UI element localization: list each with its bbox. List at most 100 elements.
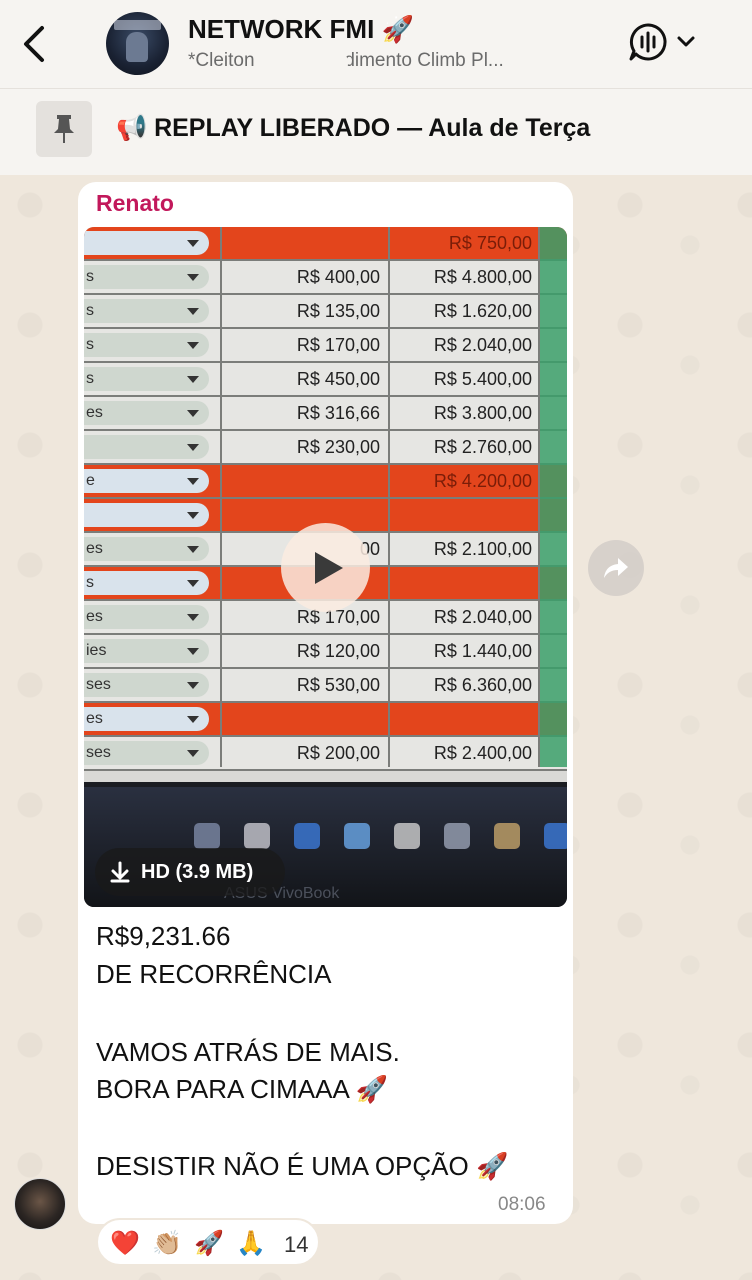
sheet-cell-total-value: R$ 6.360,00 <box>433 675 532 695</box>
sheet-row: s R$ 135,00 R$ 1.620,00 <box>84 295 567 329</box>
sheet-cell-label: s <box>86 574 94 591</box>
sheet-cell-unit-value: R$ 200,00 <box>296 743 380 763</box>
dropdown-arrow-icon <box>187 444 199 451</box>
play-icon[interactable] <box>281 523 370 612</box>
pin-icon <box>36 101 92 157</box>
group-avatar[interactable] <box>106 12 169 75</box>
download-size-label: HD (3.9 MB) <box>141 861 254 883</box>
message-text-line: DE RECORRÊNCIA <box>96 959 332 989</box>
sheet-cell-label: s <box>86 302 94 319</box>
sheet-cell-unit-value: R$ 120,00 <box>296 641 380 661</box>
sheet-cell-label: es <box>86 404 103 421</box>
message-text-line: R$9,231.66 <box>96 921 231 951</box>
download-button[interactable]: HD (3.9 MB) <box>95 848 285 896</box>
chevron-down-icon[interactable] <box>676 32 696 52</box>
dropdown-arrow-icon <box>187 342 199 349</box>
sheet-cell-total-value: R$ 2.100,00 <box>433 539 532 559</box>
sheet-divider <box>220 227 222 767</box>
dropdown-arrow-icon <box>187 648 199 655</box>
taskbar-app-icon <box>544 823 567 849</box>
sheet-cell-label: ies <box>86 642 107 659</box>
taskbar-app-icon <box>394 823 420 849</box>
sheet-cell-total-value: R$ 750,00 <box>448 233 532 253</box>
taskbar-app-icon <box>494 823 520 849</box>
sheet-cell-label: es <box>86 710 103 727</box>
chat-members[interactable]: *Cleiton ... ia, Atendimento Climb Pl... <box>188 50 608 72</box>
dropdown-arrow-icon <box>187 750 199 757</box>
reaction-count: 14 <box>284 1232 309 1257</box>
pinned-message-text[interactable]: 📢 REPLAY LIBERADO — Aula de Terça <box>116 114 590 143</box>
sheet-dropdown-cell: s <box>84 299 209 323</box>
avatar-logo <box>114 20 161 30</box>
dropdown-arrow-icon <box>187 580 199 587</box>
sheet-row: es <box>84 703 567 737</box>
message-text-line: BORA PARA CIMAAA 🚀 <box>96 1074 388 1104</box>
dropdown-arrow-icon <box>187 376 199 383</box>
sheet-cell-label: es <box>86 540 103 557</box>
sheet-cell-unit-value: R$ 230,00 <box>296 437 380 457</box>
sheet-dropdown-cell: s <box>84 367 209 391</box>
sheet-cell-label: e <box>86 472 95 489</box>
reaction-emoji: 🚀 <box>194 1230 224 1257</box>
dropdown-arrow-icon <box>187 308 199 315</box>
sheet-row: R$ 230,00 R$ 2.760,00 <box>84 431 567 465</box>
sheet-cell-total-value: R$ 2.040,00 <box>433 335 532 355</box>
back-chevron-icon[interactable] <box>18 24 50 64</box>
sheet-cell-label: s <box>86 336 94 353</box>
sheet-cell-total-value: R$ 5.400,00 <box>433 369 532 389</box>
sheet-row: s R$ 400,00 R$ 4.800,00 <box>84 261 567 295</box>
call-waveform-icon[interactable] <box>628 22 668 62</box>
sheet-cell-unit-value: R$ 170,00 <box>296 335 380 355</box>
reaction-emoji: 🙏 <box>236 1230 266 1257</box>
sheet-dropdown-cell: es <box>84 537 209 561</box>
sheet-cell-unit-value: R$ 530,00 <box>296 675 380 695</box>
reactions-bar[interactable]: ❤️ 👏🏼 🚀 🙏 14 <box>96 1218 320 1266</box>
sheet-row: ses R$ 200,00 R$ 2.400,00 <box>84 737 567 771</box>
sheet-dropdown-cell: e <box>84 469 209 493</box>
sheet-dropdown-cell: s <box>84 265 209 289</box>
sheet-row: ies R$ 120,00 R$ 1.440,00 <box>84 635 567 669</box>
sheet-dropdown-cell <box>84 435 209 459</box>
chat-title[interactable]: NETWORK FMI 🚀 <box>188 14 414 45</box>
sheet-cell-total-value: R$ 1.440,00 <box>433 641 532 661</box>
dropdown-arrow-icon <box>187 716 199 723</box>
sheet-dropdown-cell: s <box>84 571 209 595</box>
sheet-dropdown-cell <box>84 503 209 527</box>
sheet-cell-label: s <box>86 268 94 285</box>
taskbar-app-icon <box>194 823 220 849</box>
sender-name[interactable]: Renato <box>96 190 174 217</box>
sheet-row: R$ 750,00 <box>84 227 567 261</box>
sheet-row: ses R$ 530,00 R$ 6.360,00 <box>84 669 567 703</box>
sheet-dropdown-cell <box>84 231 209 255</box>
avatar-figure <box>126 32 148 62</box>
sheet-green-column <box>538 227 567 767</box>
message-text-line: DESISTIR NÃO É UMA OPÇÃO 🚀 <box>96 1151 509 1181</box>
sheet-dropdown-cell: ies <box>84 639 209 663</box>
sheet-cell-total-value: R$ 1.620,00 <box>433 301 532 321</box>
taskbar-app-icon <box>244 823 270 849</box>
sheet-cell-unit-value: R$ 400,00 <box>296 267 380 287</box>
download-icon <box>110 861 130 883</box>
sheet-cell-label: es <box>86 608 103 625</box>
taskbar-app-icon <box>444 823 470 849</box>
dropdown-arrow-icon <box>187 512 199 519</box>
dropdown-arrow-icon <box>187 478 199 485</box>
reaction-emoji: 👏🏼 <box>152 1230 182 1257</box>
sheet-dropdown-cell: s <box>84 333 209 357</box>
sheet-cell-label: ses <box>86 676 111 693</box>
sheet-cell-total-value: R$ 2.400,00 <box>433 743 532 763</box>
sheet-cell-unit-value: R$ 170,00 <box>296 607 380 627</box>
sheet-cell-label: ses <box>86 744 111 761</box>
taskbar-app-icon <box>344 823 370 849</box>
sheet-cell-total-value: R$ 4.200,00 <box>433 471 532 491</box>
redaction-mark <box>256 52 348 74</box>
dropdown-arrow-icon <box>187 546 199 553</box>
sheet-row: s R$ 170,00 R$ 2.040,00 <box>84 329 567 363</box>
dropdown-arrow-icon <box>187 682 199 689</box>
sender-avatar[interactable] <box>14 1178 66 1230</box>
taskbar-app-icon <box>294 823 320 849</box>
sheet-divider <box>538 227 540 767</box>
sheet-cell-total-value: R$ 4.800,00 <box>433 267 532 287</box>
sheet-row: s R$ 450,00 R$ 5.400,00 <box>84 363 567 397</box>
forward-icon[interactable] <box>588 540 644 596</box>
